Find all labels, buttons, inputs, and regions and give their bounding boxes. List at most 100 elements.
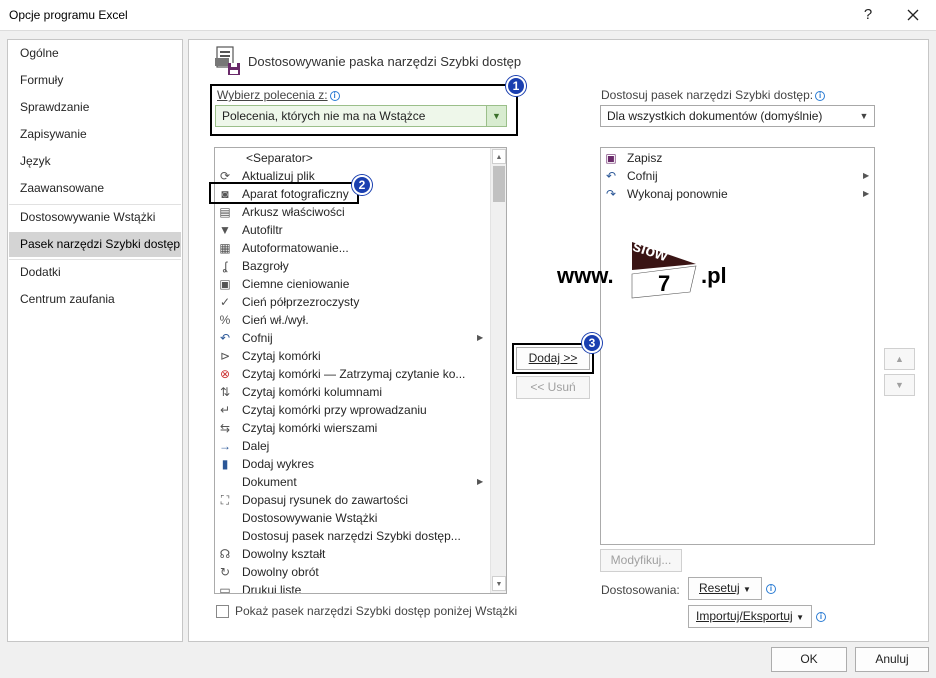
filter-icon: ▼ xyxy=(219,223,231,237)
list-item[interactable]: ⇆ Czytaj komórki wierszami xyxy=(215,419,490,437)
import-export-button[interactable]: Importuj/Eksportuj ▼ xyxy=(688,605,812,628)
autoformat-icon: ▦ xyxy=(219,241,231,255)
list-item[interactable]: <Separator> xyxy=(215,149,490,167)
freeform-icon: ☊ xyxy=(219,547,231,561)
title-bar xyxy=(0,0,936,31)
sidebar-item-trust-center[interactable]: Centrum zaufania xyxy=(9,287,181,312)
list-item[interactable]: Dostosuj pasek narzędzi Szybki dostęp... xyxy=(215,527,490,545)
reset-button[interactable]: Resetuj ▼ xyxy=(688,577,762,600)
list-item[interactable]: ▼ Autofiltr xyxy=(215,221,490,239)
sidebar-item-formulas[interactable]: Formuły xyxy=(9,68,181,93)
sidebar: Ogólne Formuły Sprawdzanie Zapisywanie J… xyxy=(7,39,183,642)
help-button[interactable]: ? xyxy=(855,4,881,26)
list-item[interactable]: ▮ Dodaj wykres xyxy=(215,455,490,473)
ok-button[interactable]: OK xyxy=(771,647,847,672)
sidebar-item-quick-access-toolbar[interactable]: Pasek narzędzi Szybki dostęp xyxy=(9,232,181,257)
move-down-button[interactable]: ▼ xyxy=(884,374,915,396)
sidebar-item-addins[interactable]: Dodatki xyxy=(9,260,181,285)
submenu-arrow-icon: ▶ xyxy=(863,189,870,198)
remove-button[interactable]: << Usuń xyxy=(516,376,590,399)
triangle-up-icon: ▲ xyxy=(895,354,904,364)
list-item[interactable]: ✓ Cień półprzezroczysty xyxy=(215,293,490,311)
customize-toolbar-label: Dostosuj pasek narzędzi Szybki dostęp: i xyxy=(601,88,826,102)
fit-picture-icon: ⛶ xyxy=(220,493,230,507)
chart-icon: ▮ xyxy=(221,457,229,471)
list-item[interactable]: ▣ Ciemne cieniowanie xyxy=(215,275,490,293)
list-item[interactable]: ʆ Bazgroły xyxy=(215,257,490,275)
commands-list[interactable]: <Separator> ⟳ Aktualizuj plik ◙ Aparat fot… xyxy=(214,147,507,594)
close-button[interactable] xyxy=(898,4,928,26)
customize-toolbar-value: Dla wszystkich dokumentów (domyślnie) xyxy=(607,109,823,123)
move-up-button[interactable]: ▲ xyxy=(884,348,915,370)
print-list-icon: ▭ xyxy=(219,583,231,593)
highlight-box-choose xyxy=(210,84,518,136)
redo-icon: ↷ xyxy=(605,187,617,201)
save-icon: ▣ xyxy=(605,151,617,165)
info-icon[interactable]: i xyxy=(766,584,776,594)
speak-rows-icon: ⇆ xyxy=(219,421,231,435)
list-item[interactable]: ⛶ Dopasuj rysunek do zawartości xyxy=(215,491,490,509)
step-badge-3: 3 xyxy=(582,333,602,353)
info-icon[interactable]: i xyxy=(815,91,826,101)
sidebar-item-language[interactable]: Język xyxy=(9,149,181,174)
list-item[interactable]: ☊ Dowolny kształt xyxy=(215,545,490,563)
list-item[interactable]: ↻ Dowolny obrót xyxy=(215,563,490,581)
modify-button[interactable]: Modyfikuj... xyxy=(600,549,682,572)
stop-speaking-icon: ⊗ xyxy=(219,367,231,381)
section-title: Dostosowywanie paska narzędzi Szybki dos… xyxy=(248,54,522,69)
list-item[interactable]: ▦ Autoformatowanie... xyxy=(215,239,490,257)
show-below-ribbon-checkbox[interactable] xyxy=(216,605,229,618)
list-item[interactable]: Dokument ▶ xyxy=(215,473,490,491)
sidebar-item-advanced[interactable]: Zaawansowane xyxy=(9,176,181,201)
rotate-icon: ↻ xyxy=(219,565,231,579)
toolbar-items-list[interactable]: ▣ Zapisz ↶ Cofnij ▶ ↷ Wykonaj ponownie ▶ xyxy=(600,147,875,545)
list-item[interactable]: ⊳ Czytaj komórki xyxy=(215,347,490,365)
reset-info: i xyxy=(764,581,776,595)
scroll-thumb[interactable] xyxy=(493,166,505,202)
list-item[interactable]: ↷ Wykonaj ponownie ▶ xyxy=(601,185,874,203)
watermark-logo-number: 7 xyxy=(658,271,671,296)
show-below-ribbon-label: Pokaż pasek narzędzi Szybki dostęp poniż… xyxy=(235,604,518,618)
list-item[interactable]: ⇅ Czytaj komórki kolumnami xyxy=(215,383,490,401)
undo-icon: ↶ xyxy=(219,331,231,345)
property-sheet-icon: ▤ xyxy=(219,205,231,219)
check-icon: ✓ xyxy=(219,295,231,309)
list-item[interactable]: ▣ Zapisz xyxy=(601,149,874,167)
scroll-up-icon[interactable]: ▲ xyxy=(492,149,506,164)
import-export-info: i xyxy=(814,609,826,623)
chevron-down-icon: ▼ xyxy=(859,111,869,121)
list-item[interactable]: ↶ Cofnij ▶ xyxy=(601,167,874,185)
chevron-down-icon: ▼ xyxy=(796,613,804,622)
watermark-prefix: www. xyxy=(557,263,614,288)
info-icon[interactable]: i xyxy=(816,612,826,622)
list-item[interactable]: ▤ Arkusz właściwości xyxy=(215,203,490,221)
list-item[interactable]: Dostosowywanie Wstążki xyxy=(215,509,490,527)
triangle-down-icon: ▼ xyxy=(895,380,904,390)
list-item[interactable]: ⊗ Czytaj komórki — Zatrzymaj czytanie ko.… xyxy=(215,365,490,383)
step-badge-1: 1 xyxy=(506,76,526,96)
step-badge-2: 2 xyxy=(352,175,372,195)
sidebar-item-save[interactable]: Zapisywanie xyxy=(9,122,181,147)
list-item[interactable]: → Dalej xyxy=(215,437,490,455)
customize-toolbar-dropdown[interactable]: Dla wszystkich dokumentów (domyślnie) ▼ xyxy=(600,105,875,127)
quick-access-toolbar-icon xyxy=(215,46,240,75)
submenu-arrow-icon: ▶ xyxy=(477,477,484,486)
highlight-box-add xyxy=(512,343,594,374)
sidebar-item-proofing[interactable]: Sprawdzanie xyxy=(9,95,181,120)
sidebar-item-general[interactable]: Ogólne xyxy=(9,41,181,66)
list-item[interactable]: % Cień wł./wył. xyxy=(215,311,490,329)
list-item[interactable]: ↵ Czytaj komórki przy wprowadzaniu xyxy=(215,401,490,419)
list-item[interactable]: ▭ Drukuj listę xyxy=(215,581,490,593)
close-icon xyxy=(907,9,919,21)
commands-scrollbar[interactable]: ▲ ▼ xyxy=(490,148,506,593)
scroll-down-icon[interactable]: ▼ xyxy=(492,576,506,591)
scribble-icon: ʆ xyxy=(222,259,228,273)
customize-toolbar-label-text: Dostosuj pasek narzędzi Szybki dostęp: xyxy=(601,88,814,102)
highlight-box-camera xyxy=(209,182,359,204)
cancel-button[interactable]: Anuluj xyxy=(855,647,929,672)
speak-cells-icon: ⊳ xyxy=(219,349,231,363)
list-item[interactable]: ↶ Cofnij ▶ xyxy=(215,329,490,347)
speak-enter-icon: ↵ xyxy=(219,403,231,417)
chevron-down-icon: ▼ xyxy=(743,585,751,594)
sidebar-item-customize-ribbon[interactable]: Dostosowywanie Wstążki xyxy=(9,205,181,230)
